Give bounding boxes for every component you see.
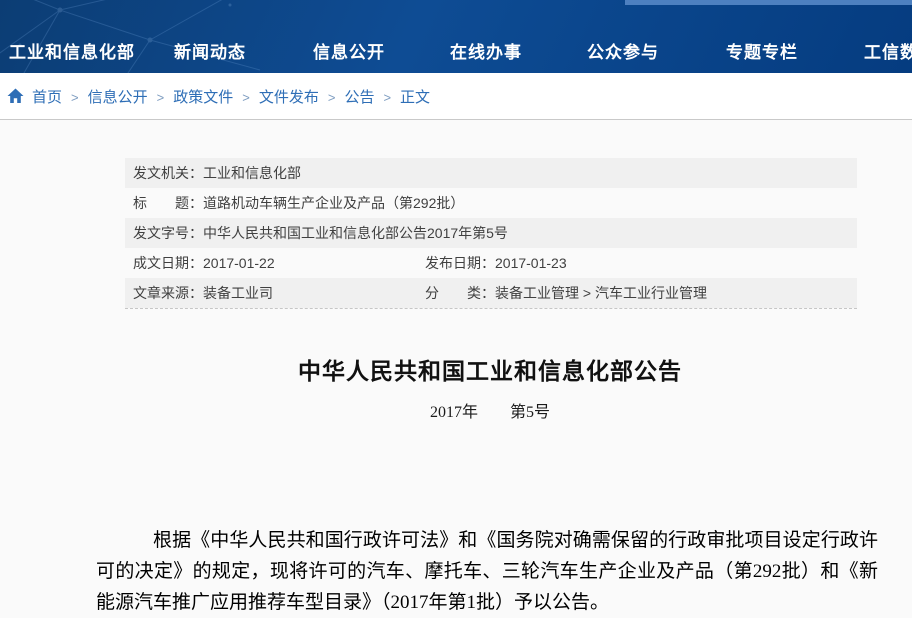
dashed-divider — [125, 308, 857, 309]
breadcrumb-separator: > — [157, 90, 165, 105]
meta-value: 装备工业管理 > 汽车工业行业管理 — [495, 285, 707, 301]
meta-label: 文章来源： — [133, 285, 203, 301]
meta-row-3: 成文日期：2017-01-22 发布日期：2017-01-23 — [125, 248, 857, 278]
breadcrumb-link-3[interactable]: 文件发布 — [259, 89, 319, 106]
meta-value: 2017-01-22 — [203, 255, 275, 271]
meta-label: 成文日期： — [133, 255, 203, 271]
breadcrumb-link-0[interactable]: 首页 — [32, 89, 62, 106]
article-title: 中华人民共和国工业和信息化部公告 — [96, 352, 884, 386]
meta-value: 2017-01-23 — [495, 255, 567, 271]
breadcrumb-separator: > — [71, 90, 79, 105]
meta-row-2: 发文字号：中华人民共和国工业和信息化部公告2017年第5号 — [125, 218, 857, 248]
nav-item-6[interactable]: 工信数据 — [864, 44, 912, 62]
meta-cell: 分 类：装备工业管理 > 汽车工业行业管理 — [425, 278, 707, 308]
banner-highlight-strip — [625, 0, 912, 5]
meta-row-1: 标 题：道路机动车辆生产企业及产品（第292批） — [125, 188, 857, 218]
meta-cell: 成文日期：2017-01-22 — [133, 248, 275, 278]
meta-row-0: 发文机关：工业和信息化部 — [125, 158, 857, 188]
breadcrumb-items: 首页 > 信息公开 > 政策文件 > 文件发布 > 公告 > 正文 — [32, 86, 430, 107]
article-issue-number: 2017年 第5号 — [96, 398, 884, 422]
breadcrumb-separator: > — [383, 90, 391, 105]
meta-value: 中华人民共和国工业和信息化部公告2017年第5号 — [203, 225, 508, 241]
breadcrumb-link-2[interactable]: 政策文件 — [173, 89, 233, 106]
nav-item-4[interactable]: 公众参与 — [587, 44, 659, 62]
meta-cell: 发文机关：工业和信息化部 — [133, 158, 301, 188]
article-body-paragraph: 根据《中华人民共和国行政许可法》和《国务院对确需保留的行政审批项目设定行政许可的… — [96, 525, 878, 618]
meta-label: 分 类： — [425, 285, 495, 301]
meta-cell: 文章来源：装备工业司 — [133, 278, 273, 308]
breadcrumb-link-1[interactable]: 信息公开 — [88, 89, 148, 106]
meta-table: 发文机关：工业和信息化部标 题：道路机动车辆生产企业及产品（第292批）发文字号… — [125, 158, 857, 308]
meta-label: 发布日期： — [425, 255, 495, 271]
breadcrumb-link-4[interactable]: 公告 — [344, 89, 374, 106]
nav-item-5[interactable]: 专题专栏 — [726, 44, 798, 62]
nav-item-3[interactable]: 在线办事 — [450, 44, 522, 62]
meta-cell: 标 题：道路机动车辆生产企业及产品（第292批） — [133, 188, 464, 218]
meta-label: 发文字号： — [133, 225, 203, 241]
nav-item-1[interactable]: 新闻动态 — [174, 44, 246, 62]
meta-value: 装备工业司 — [203, 285, 273, 301]
breadcrumb: 首页 > 信息公开 > 政策文件 > 文件发布 > 公告 > 正文 — [0, 73, 912, 120]
breadcrumb-link-5: 正文 — [400, 89, 430, 106]
nav-item-2[interactable]: 信息公开 — [313, 44, 385, 62]
nav-item-0[interactable]: 工业和信息化部 — [9, 44, 135, 62]
breadcrumb-separator: > — [328, 90, 336, 105]
meta-value: 道路机动车辆生产企业及产品（第292批） — [203, 195, 464, 211]
home-icon[interactable] — [7, 88, 24, 104]
meta-row-4: 文章来源：装备工业司 分 类：装备工业管理 > 汽车工业行业管理 — [125, 278, 857, 308]
top-nav-banner: 工业和信息化部 新闻动态 信息公开 在线办事 公众参与 专题专栏 工信数据 — [0, 0, 912, 73]
banner-mesh-decoration — [0, 0, 320, 73]
meta-cell: 发文字号：中华人民共和国工业和信息化部公告2017年第5号 — [133, 218, 508, 248]
meta-cell: 发布日期：2017-01-23 — [425, 248, 567, 278]
meta-value: 工业和信息化部 — [203, 165, 301, 181]
meta-label: 标 题： — [133, 195, 203, 211]
breadcrumb-separator: > — [242, 90, 250, 105]
meta-label: 发文机关： — [133, 165, 203, 181]
